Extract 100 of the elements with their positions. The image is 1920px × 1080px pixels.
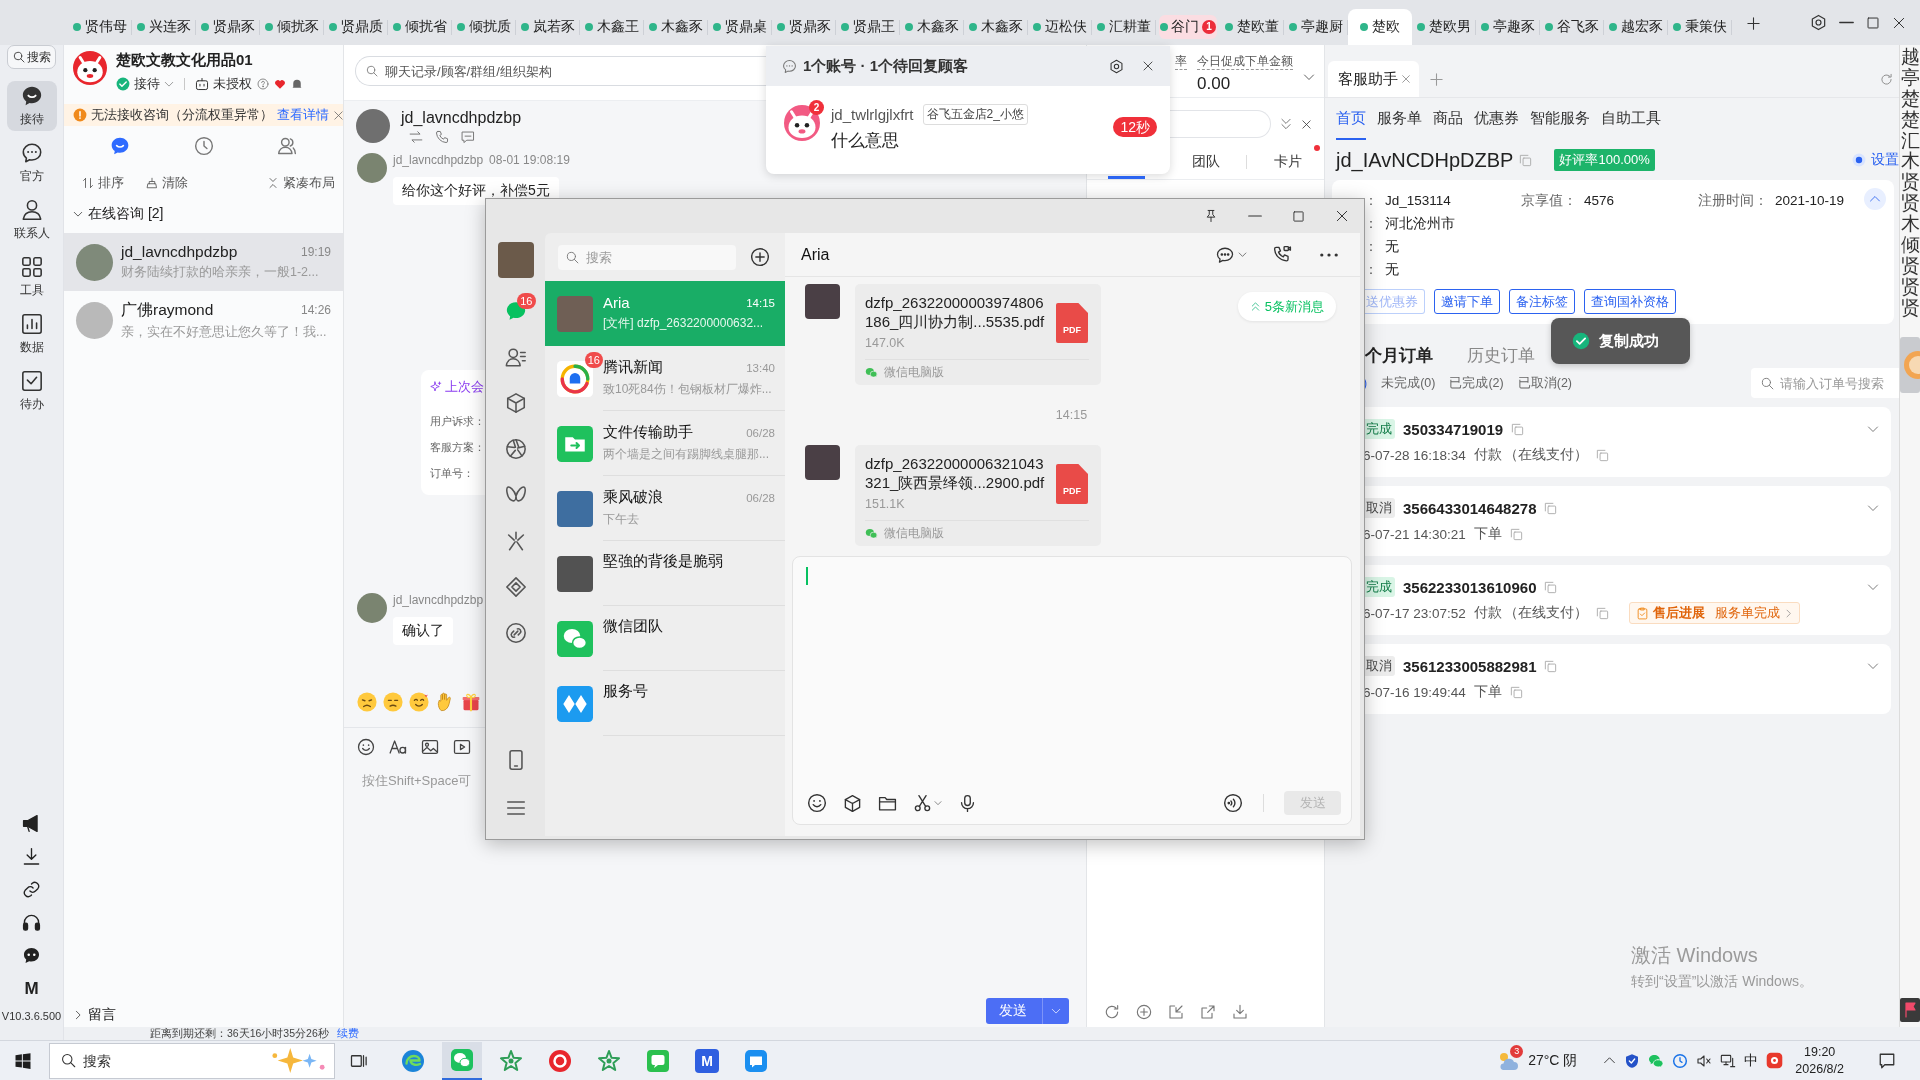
megaphone-icon[interactable] bbox=[22, 814, 41, 833]
notification-icon[interactable] bbox=[1878, 1051, 1896, 1070]
shop-tab[interactable]: 倾扰豕 bbox=[260, 9, 324, 45]
notification-item[interactable]: 2 jd_twlrlgjlxfrt 谷飞五金店2_小悠 什么意思 12秒 bbox=[766, 86, 1170, 152]
nav-item[interactable]: 工具 bbox=[6, 252, 57, 302]
shop-tab[interactable]: 楚欧男 bbox=[1412, 9, 1476, 45]
emoji-icon[interactable] bbox=[357, 692, 377, 712]
search-field[interactable]: 聊天记录/顾客/群组/组织架构 bbox=[355, 56, 766, 86]
message-input[interactable]: 按住Shift+Space可 bbox=[362, 772, 472, 790]
shop-tab[interactable]: 亭趣豕 bbox=[1476, 9, 1540, 45]
side-tab-labels[interactable]: 越亭楚楚汇木贤贤木倾贤贤贤 bbox=[1901, 47, 1920, 319]
shop-tab[interactable]: 贤伟母 bbox=[68, 9, 132, 45]
settings-icon[interactable] bbox=[1109, 58, 1124, 74]
chat-window-app-icon[interactable] bbox=[744, 1048, 768, 1073]
scissors-icon[interactable] bbox=[913, 793, 932, 813]
message-card-icon[interactable] bbox=[461, 129, 475, 144]
smiley-icon[interactable] bbox=[807, 793, 827, 813]
shop-tab[interactable]: 秉策伕 bbox=[1668, 9, 1732, 45]
star-app-icon[interactable] bbox=[597, 1048, 621, 1073]
shop-tab[interactable]: 迈松伕 bbox=[1028, 9, 1092, 45]
link-icon[interactable] bbox=[22, 880, 41, 899]
emoji-icon[interactable] bbox=[409, 692, 429, 712]
star-app-icon[interactable] bbox=[499, 1048, 523, 1073]
people-icon[interactable] bbox=[277, 136, 297, 156]
nav-tab[interactable]: 服务单 bbox=[1377, 98, 1422, 140]
shop-tab[interactable]: 倾扰质 bbox=[452, 9, 516, 45]
action-button[interactable]: 邀请下单 bbox=[1434, 289, 1500, 314]
shop-tab[interactable]: 贤鼎质 bbox=[324, 9, 388, 45]
shield-icon[interactable] bbox=[1624, 1052, 1641, 1069]
chat-icon[interactable] bbox=[110, 136, 130, 156]
flag-icon[interactable] bbox=[1900, 998, 1920, 1022]
emoji-icon[interactable] bbox=[383, 692, 403, 712]
clock-icon[interactable] bbox=[193, 136, 214, 156]
chat-item[interactable]: 堅強的背後是脆弱 bbox=[545, 541, 785, 606]
action-button[interactable]: 备注标签 bbox=[1509, 289, 1575, 314]
shop-tab[interactable]: 楚欧董 bbox=[1220, 9, 1284, 45]
shop-tab[interactable]: 木鑫豕 bbox=[900, 9, 964, 45]
layout-button[interactable]: 紧凑布局 bbox=[267, 174, 335, 192]
headset-icon[interactable] bbox=[22, 913, 41, 932]
refresh-icon[interactable] bbox=[1880, 73, 1893, 86]
chat-item[interactable]: 微信团队 bbox=[545, 606, 785, 671]
chat-item[interactable]: 文件传输助手 06/28 两个墙是之间有踢脚线桌腿那... bbox=[545, 411, 785, 476]
close-icon[interactable] bbox=[1142, 60, 1154, 72]
weather-text[interactable]: 27°C 阴 bbox=[1528, 1051, 1578, 1070]
input-method-icon[interactable] bbox=[1766, 1052, 1784, 1069]
panel-tab[interactable]: 团队 bbox=[1192, 153, 1220, 179]
double-chevron-icon[interactable] bbox=[1279, 117, 1293, 131]
add-icon[interactable] bbox=[750, 247, 770, 267]
file-bubble[interactable]: dzfp_26322000006321043321_陕西景绎领...2900.pdf 151.1K PDF 微信电脑版 bbox=[855, 445, 1101, 546]
ring-app-icon[interactable] bbox=[548, 1048, 572, 1073]
phone-icon[interactable] bbox=[435, 129, 449, 144]
chat-bubble-icon[interactable] bbox=[1216, 245, 1234, 264]
shop-tab[interactable]: 贤鼎豕 bbox=[196, 9, 260, 45]
shop-tab[interactable]: 贤鼎豕 bbox=[772, 9, 836, 45]
settings-toggle[interactable]: 设置 bbox=[1852, 151, 1899, 169]
video-icon[interactable] bbox=[453, 738, 471, 756]
details-link[interactable]: 查看详情 bbox=[277, 106, 329, 124]
clock-time[interactable]: 19:20 bbox=[1804, 1043, 1836, 1061]
add-tab-icon[interactable] bbox=[1746, 16, 1761, 31]
voice-icon[interactable] bbox=[1223, 793, 1243, 813]
input-mode-toggle[interactable]: 中 bbox=[1744, 1051, 1759, 1070]
chevron-down-icon[interactable] bbox=[1238, 250, 1247, 259]
filter-tab[interactable]: 未完成(0) bbox=[1381, 374, 1436, 392]
send-button[interactable]: 发送 bbox=[986, 998, 1069, 1024]
order-search-field[interactable]: 请输入订单号搜索 bbox=[1751, 368, 1899, 398]
shop-tab[interactable]: 谷门 1 bbox=[1159, 15, 1217, 39]
shop-tab[interactable]: 倾扰省 bbox=[388, 9, 452, 45]
file-bubble[interactable]: dzfp_26322000003974806186_四川协力制...5535.pdf 147.0K PDF 微信电脑版 bbox=[855, 284, 1101, 385]
shop-tab[interactable]: 越宏豕 bbox=[1604, 9, 1668, 45]
group-header[interactable]: 在线咨询 [2] bbox=[64, 205, 343, 223]
message-app-icon[interactable] bbox=[646, 1048, 670, 1073]
search-field[interactable]: 搜索 bbox=[49, 1042, 335, 1079]
video-phone-icon[interactable] bbox=[1273, 245, 1292, 264]
close-icon[interactable] bbox=[1301, 118, 1312, 130]
share-icon[interactable] bbox=[1200, 1004, 1216, 1020]
assistant-tab[interactable]: 客服助手 bbox=[1328, 61, 1419, 97]
shop-tab[interactable]: 木鑫豕 bbox=[644, 9, 708, 45]
profile-photo[interactable] bbox=[497, 242, 534, 278]
image-icon[interactable] bbox=[421, 738, 439, 756]
smiley-icon[interactable] bbox=[357, 738, 375, 756]
conversation-item[interactable]: 广佛raymond 14:26 亲，实在不好意思让您久等了！我... bbox=[64, 291, 343, 349]
browser-icon[interactable] bbox=[401, 1048, 425, 1073]
shop-tab[interactable]: 亭趣厨 bbox=[1284, 9, 1348, 45]
filter-tab[interactable]: 已完成(2) bbox=[1449, 374, 1504, 392]
close-icon[interactable] bbox=[1335, 209, 1349, 223]
nav-item[interactable]: 待办 bbox=[6, 366, 57, 416]
maximize-icon[interactable] bbox=[1866, 15, 1880, 30]
chat-app-icon[interactable] bbox=[442, 1041, 482, 1080]
clock-date[interactable]: 2026/8/2 bbox=[1795, 1060, 1844, 1078]
help-icon[interactable] bbox=[257, 78, 269, 90]
link-icon[interactable] bbox=[504, 622, 527, 644]
shop-tab[interactable]: 谷飞豕 bbox=[1540, 9, 1604, 45]
chat-bot-icon[interactable] bbox=[22, 946, 41, 965]
close-icon[interactable] bbox=[1892, 15, 1906, 30]
heart-icon[interactable] bbox=[274, 78, 286, 90]
shop-tab[interactable]: 岚若豕 bbox=[516, 9, 580, 45]
pin-icon[interactable] bbox=[1204, 209, 1218, 223]
clear-button[interactable]: 清除 bbox=[146, 174, 188, 192]
action-button[interactable]: 查询国补资格 bbox=[1584, 289, 1676, 314]
nav-tab[interactable]: 商品 bbox=[1433, 98, 1463, 140]
